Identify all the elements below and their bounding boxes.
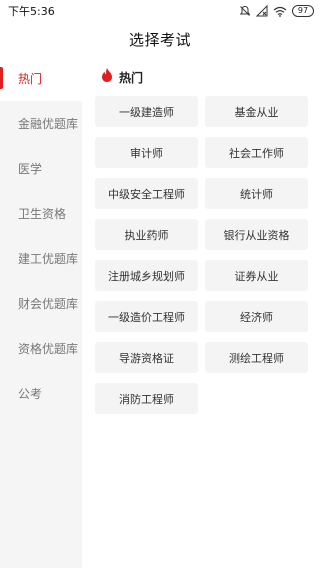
sidebar-item-label: 公考 <box>18 387 43 401</box>
status-time: 下午5:36 <box>8 5 55 18</box>
exam-chip[interactable]: 消防工程师 <box>95 383 198 414</box>
exam-chip[interactable]: 基金从业 <box>205 96 308 127</box>
exam-grid: 一级建造师 基金从业 审计师 社会工作师 中级安全工程师 统计师 执业药师 银行… <box>95 96 308 414</box>
no-signal-icon <box>256 5 268 17</box>
exam-chip[interactable]: 中级安全工程师 <box>95 178 198 209</box>
section-title: 热门 <box>119 70 144 85</box>
sidebar-item-label: 医学 <box>18 162 43 176</box>
exam-chip[interactable]: 注册城乡规划师 <box>95 260 198 291</box>
page-title: 选择考试 <box>128 30 191 49</box>
exam-content-panel: 热门 一级建造师 基金从业 审计师 社会工作师 中级安全工程师 统计师 执业药师… <box>82 56 320 568</box>
category-sidebar: 热门 金融优题库 医学 卫生资格 建工优题库 财会优题库 资格优题库 公考 <box>0 56 82 568</box>
sidebar-item-label: 建工优题库 <box>18 252 79 266</box>
exam-chip[interactable]: 证券从业 <box>205 260 308 291</box>
active-indicator <box>0 67 3 89</box>
sidebar-item-qualification[interactable]: 资格优题库 <box>0 326 82 371</box>
exam-chip[interactable]: 执业药师 <box>95 219 198 250</box>
wifi-icon <box>273 6 287 17</box>
sidebar-item-construction[interactable]: 建工优题库 <box>0 236 82 281</box>
sidebar-item-finance[interactable]: 金融优题库 <box>0 101 82 146</box>
exam-chip[interactable]: 一级建造师 <box>95 96 198 127</box>
mute-icon <box>239 5 251 17</box>
title-bar: 选择考试 <box>0 22 320 56</box>
sidebar-item-health-qualification[interactable]: 卫生资格 <box>0 191 82 236</box>
sidebar-item-civil-service[interactable]: 公考 <box>0 371 82 416</box>
sidebar-item-hot[interactable]: 热门 <box>0 56 82 101</box>
status-icons: 97 <box>239 5 314 17</box>
exam-chip[interactable]: 经济师 <box>205 301 308 332</box>
exam-chip[interactable]: 导游资格证 <box>95 342 198 373</box>
sidebar-item-accounting[interactable]: 财会优题库 <box>0 281 82 326</box>
sidebar-item-label: 热门 <box>18 72 43 86</box>
flame-icon <box>100 67 114 87</box>
sidebar-item-label: 资格优题库 <box>18 342 79 356</box>
exam-chip[interactable]: 一级造价工程师 <box>95 301 198 332</box>
exam-chip[interactable]: 社会工作师 <box>205 137 308 168</box>
sidebar-item-label: 金融优题库 <box>18 117 79 131</box>
exam-chip[interactable]: 测绘工程师 <box>205 342 308 373</box>
sidebar-item-label: 卫生资格 <box>18 207 67 221</box>
section-header: 热门 <box>100 67 143 87</box>
sidebar-item-label: 财会优题库 <box>18 297 79 311</box>
exam-chip[interactable]: 审计师 <box>95 137 198 168</box>
status-bar: 下午5:36 97 <box>0 0 320 22</box>
sidebar-item-medicine[interactable]: 医学 <box>0 146 82 191</box>
exam-chip[interactable]: 统计师 <box>205 178 308 209</box>
battery-icon: 97 <box>292 5 314 17</box>
exam-chip[interactable]: 银行从业资格 <box>205 219 308 250</box>
